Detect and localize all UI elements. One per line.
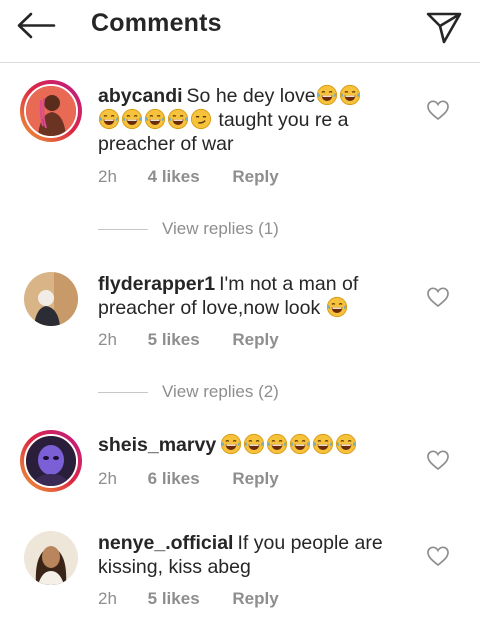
paper-plane-icon <box>426 12 462 44</box>
likes-count[interactable]: 5 likes <box>148 589 200 609</box>
laughing-emoji-icon <box>335 433 357 455</box>
reply-button[interactable]: Reply <box>232 589 278 609</box>
comment-text: nenye_.official If you people are kissing… <box>98 531 408 579</box>
like-heart-icon[interactable] <box>426 99 450 121</box>
comment-time: 2h <box>98 330 117 349</box>
laughing-emoji-icon <box>98 108 120 130</box>
laughing-emoji-icon <box>312 433 334 455</box>
username-link[interactable]: sheis_marvy <box>98 434 216 456</box>
avatar[interactable] <box>24 531 78 585</box>
reply-button[interactable]: Reply <box>232 469 278 489</box>
view-replies-label: View replies (1) <box>162 219 279 238</box>
header-bar: Comments <box>0 0 480 63</box>
comment-meta: 2h 6 likes Reply <box>98 469 279 489</box>
laughing-emoji-icon <box>266 433 288 455</box>
comment-text: flyderapper1 I'm not a man of preacher of… <box>98 272 398 320</box>
page-title: Comments <box>91 9 222 37</box>
avatar-story-ring[interactable] <box>20 430 82 492</box>
laughing-emoji-icon <box>167 108 189 130</box>
direct-share-button[interactable] <box>422 6 466 46</box>
avatar <box>24 84 78 138</box>
laughing-emoji-icon <box>243 433 265 455</box>
comment-meta: 2h 5 likes Reply <box>98 589 279 609</box>
comment-text: abycandi So he dey love taught you re a p… <box>98 84 398 156</box>
like-heart-icon[interactable] <box>426 449 450 471</box>
avatar-story-ring[interactable] <box>20 80 82 142</box>
reply-button[interactable]: Reply <box>232 167 278 187</box>
back-button[interactable] <box>14 6 58 46</box>
view-replies-link[interactable]: View replies (2) <box>98 382 279 402</box>
avatar[interactable] <box>24 272 78 326</box>
comment-meta: 2h 5 likes Reply <box>98 330 279 350</box>
username-link[interactable]: nenye_.official <box>98 532 233 554</box>
comment-text: sheis_marvy <box>98 433 418 457</box>
comment-body: So he dey love <box>186 85 316 107</box>
laughing-emoji-icon <box>144 108 166 130</box>
laughing-emoji-icon <box>220 433 242 455</box>
laughing-emoji-icon <box>289 433 311 455</box>
comment-time: 2h <box>98 167 117 186</box>
like-heart-icon[interactable] <box>426 545 450 567</box>
likes-count[interactable]: 4 likes <box>148 167 200 187</box>
like-heart-icon[interactable] <box>426 286 450 308</box>
laughing-emoji-icon <box>316 84 338 106</box>
comment-time: 2h <box>98 469 117 488</box>
reply-button[interactable]: Reply <box>232 330 278 350</box>
laughing-emoji-icon <box>339 84 361 106</box>
divider-line <box>98 392 148 394</box>
view-replies-link[interactable]: View replies (1) <box>98 219 279 239</box>
likes-count[interactable]: 5 likes <box>148 330 200 350</box>
back-arrow-icon <box>17 12 56 39</box>
view-replies-label: View replies (2) <box>162 382 279 401</box>
comment-meta: 2h 4 likes Reply <box>98 167 279 187</box>
username-link[interactable]: abycandi <box>98 85 183 107</box>
laughing-emoji-icon <box>121 108 143 130</box>
username-link[interactable]: flyderapper1 <box>98 273 215 295</box>
comment-time: 2h <box>98 589 117 608</box>
divider-line <box>98 229 148 231</box>
laughing-emoji-icon <box>326 296 348 318</box>
smirking-emoji-icon <box>190 108 212 130</box>
likes-count[interactable]: 6 likes <box>148 469 200 489</box>
avatar <box>24 434 78 488</box>
